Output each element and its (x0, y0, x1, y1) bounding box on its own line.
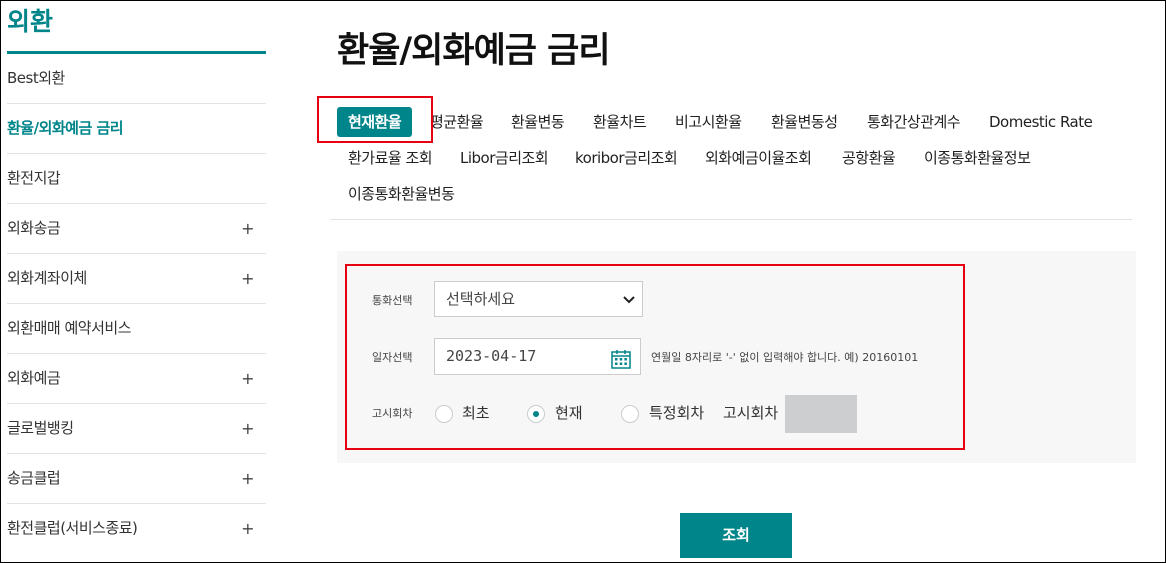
currency-select-value: 선택하세요 (446, 290, 516, 308)
tab-deposit-interest[interactable]: 외화예금이율조회 (705, 143, 812, 173)
tab-cross-currency-change[interactable]: 이종통화환율변동 (348, 179, 455, 209)
sidebar-item-deposit[interactable]: 외화예금 + (7, 354, 266, 404)
plus-icon[interactable]: + (241, 354, 254, 403)
plus-icon[interactable]: + (241, 504, 254, 553)
sidebar-item-label: 환율/외화예금 금리 (7, 119, 124, 137)
search-button[interactable]: 조회 (680, 513, 792, 558)
sidebar-title: 외환 (7, 0, 266, 54)
sidebar-item-label: 글로벌뱅킹 (7, 419, 74, 437)
tab-rate-chart[interactable]: 환율차트 (593, 107, 647, 137)
sidebar-item-best[interactable]: Best외환 (7, 54, 266, 104)
tab-volatility[interactable]: 환율변동성 (771, 107, 838, 137)
date-input-value: 2023-04-17 (446, 347, 537, 365)
sidebar-item-label: 외화예금 (7, 369, 61, 387)
round-input[interactable] (785, 395, 857, 433)
sidebar-item-transfer[interactable]: 외화계좌이체 + (7, 254, 266, 304)
plus-icon[interactable]: + (241, 454, 254, 503)
round-label: 고시회차 (372, 407, 413, 420)
sidebar-item-label: 환전클럽(서비스종료) (7, 519, 138, 537)
sidebar-item-reservation[interactable]: 외환매매 예약서비스 (7, 304, 266, 354)
sidebar-item-global[interactable]: 글로벌뱅킹 + (7, 404, 266, 454)
sidebar-item-remittance[interactable]: 외화송금 + (7, 204, 266, 254)
tab-average-rate[interactable]: 평균환율 (430, 107, 484, 137)
sidebar: 외환 Best외환 환율/외화예금 금리 환전지갑 외화송금 + 외화계좌이체 + … (7, 0, 266, 553)
sidebar-item-club[interactable]: 송금클럽 + (7, 454, 266, 504)
radio-specific[interactable] (621, 405, 639, 423)
tab-correlation[interactable]: 통화간상관계수 (867, 107, 961, 137)
sidebar-item-label: 송금클럽 (7, 469, 61, 487)
plus-icon[interactable]: + (241, 204, 254, 253)
tab-domestic-rate[interactable]: Domestic Rate (989, 107, 1093, 137)
sidebar-item-label: Best외환 (7, 69, 65, 87)
date-label: 일자선택 (372, 351, 413, 364)
sidebar-item-label: 환전지갑 (7, 169, 61, 187)
calendar-icon[interactable] (611, 347, 631, 369)
currency-label: 통화선택 (372, 294, 413, 307)
chevron-down-icon (622, 283, 636, 330)
divider (330, 219, 1132, 220)
currency-select[interactable]: 선택하세요 (434, 281, 643, 317)
sidebar-item-wallet[interactable]: 환전지갑 (7, 154, 266, 204)
plus-icon[interactable]: + (241, 254, 254, 303)
date-hint: 연월일 8자리로 '-' 없이 입력해야 합니다. 예) 20160101 (651, 351, 919, 364)
radio-first-label: 최초 (462, 404, 490, 422)
sidebar-item-exchange-club[interactable]: 환전클럽(서비스종료) + (7, 504, 266, 553)
page-title: 환율/외화예금 금리 (337, 31, 611, 71)
tab-libor[interactable]: Libor금리조회 (460, 143, 549, 173)
radio-specific-label: 특정회차 (649, 404, 705, 422)
highlight-box-tab (317, 96, 433, 143)
radio-current-label: 현재 (555, 404, 583, 422)
sidebar-item-label: 외화계좌이체 (7, 269, 87, 287)
date-input[interactable]: 2023-04-17 (434, 338, 641, 375)
radio-current[interactable] (527, 405, 545, 423)
tab-non-posted-rate[interactable]: 비고시환율 (675, 107, 742, 137)
tab-koribor[interactable]: koribor금리조회 (575, 143, 678, 173)
sidebar-item-rates[interactable]: 환율/외화예금 금리 (7, 104, 266, 154)
round-input-label: 고시회차 (723, 404, 779, 422)
tab-exchange-commission[interactable]: 환가료율 조회 (348, 143, 433, 173)
tab-rate-change[interactable]: 환율변동 (511, 107, 565, 137)
radio-first[interactable] (435, 405, 453, 423)
plus-icon[interactable]: + (241, 404, 254, 453)
tab-cross-currency-info[interactable]: 이종통화환율정보 (924, 143, 1031, 173)
sidebar-item-label: 외환매매 예약서비스 (7, 319, 131, 337)
sidebar-item-label: 외화송금 (7, 219, 61, 237)
tab-airport-rate[interactable]: 공항환율 (842, 143, 896, 173)
